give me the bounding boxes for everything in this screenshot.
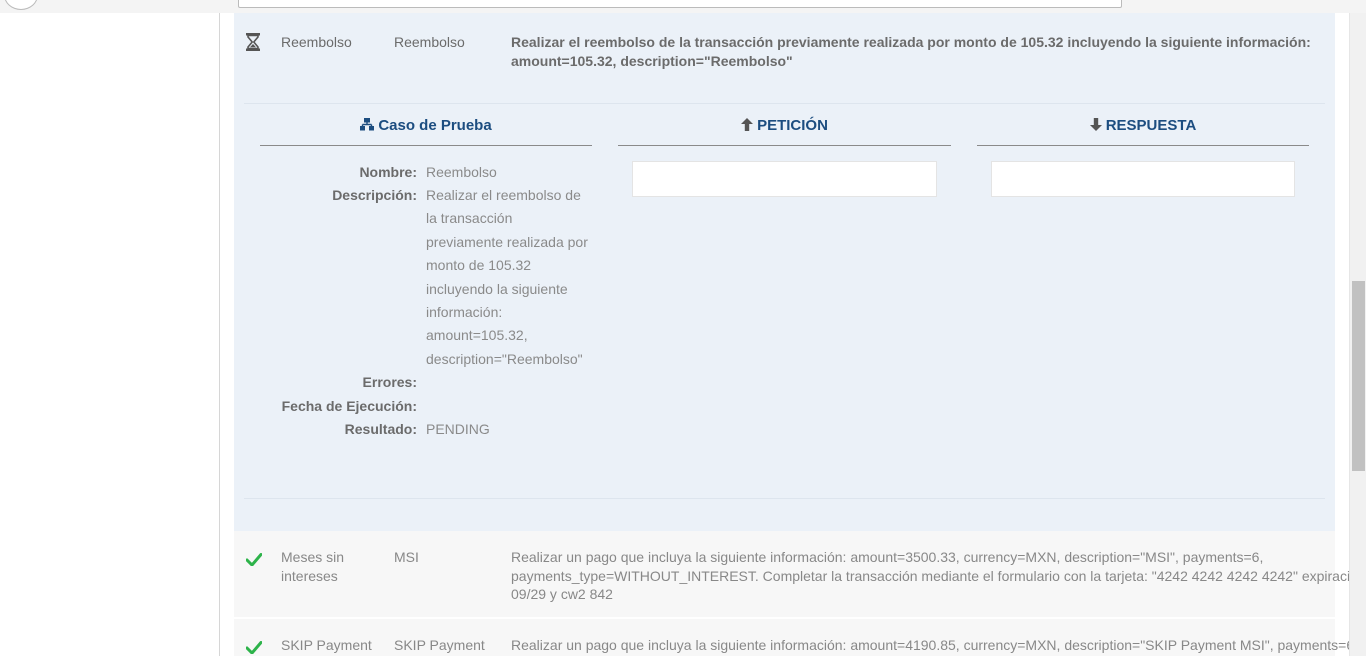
detail-description-line: previamente realizada por	[426, 233, 588, 250]
detail-description-line: amount=105.32,	[426, 327, 528, 344]
section-underline	[977, 145, 1309, 146]
detail-description-line: monto de 105.32	[426, 257, 532, 274]
test-short-name: SKIP Payment	[394, 637, 485, 653]
test-name: Meses sin	[281, 549, 345, 565]
section-response: RESPUESTA	[977, 117, 1309, 137]
section-response-label: RESPUESTA	[1105, 117, 1197, 134]
detail-result-value: PENDING	[426, 421, 490, 437]
sidebar	[0, 13, 220, 656]
section-underline	[618, 145, 951, 146]
section-test-case-label: Caso de Prueba	[378, 117, 492, 134]
detail-description-line: description="Reembolso"	[426, 350, 583, 367]
detail-description-label: Descripción:	[332, 187, 417, 203]
section-underline	[260, 145, 592, 146]
detail-description-line: incluyendo la siguiente	[426, 280, 568, 297]
sitemap-icon	[360, 117, 378, 134]
detail-name-value: Reembolso	[426, 164, 497, 180]
test-description-line: Realizar el reembolso de la transacción …	[511, 34, 1311, 50]
section-request: PETICIÓN	[618, 117, 951, 137]
browser-nav-button[interactable]	[4, 0, 38, 10]
browser-top-strip	[0, 0, 1366, 14]
check-icon	[245, 553, 263, 569]
test-short-name: MSI	[394, 549, 419, 565]
section-test-case: Caso de Prueba	[260, 117, 592, 137]
divider	[244, 498, 1325, 499]
detail-description-line: información:	[426, 304, 503, 321]
detail-result-label: Resultado:	[344, 421, 417, 437]
hourglass-icon	[246, 33, 260, 54]
test-row-header[interactable]: Reembolso Reembolso Realizar el reembols…	[234, 13, 1335, 83]
test-results-table: Reembolso Reembolso Realizar el reembols…	[220, 13, 1349, 656]
request-payload-box	[632, 161, 937, 197]
detail-errors-label: Errores:	[362, 374, 417, 390]
detail-name-label: Nombre:	[359, 164, 417, 180]
test-name: SKIP Payment	[281, 637, 372, 653]
test-description-line: 09/29 y cw2 842	[511, 586, 613, 602]
test-description-line: Realizar un pago que incluya la siguient…	[511, 637, 1349, 653]
detail-description-value: Realizar el reembolso de la transacción …	[426, 184, 596, 371]
test-short-name: Reembolso	[394, 34, 465, 50]
test-description-line: payments_type=WITHOUT_INTEREST. Completa…	[511, 568, 1349, 584]
test-name: Reembolso	[281, 34, 352, 50]
divider	[244, 103, 1325, 104]
test-description-line: amount=105.32, description="Reembolso"	[511, 53, 793, 69]
address-bar[interactable]	[238, 0, 1122, 8]
detail-description-line: la transacción	[426, 210, 513, 227]
vertical-scrollbar[interactable]	[1349, 13, 1366, 656]
scrollbar-thumb[interactable]	[1352, 281, 1365, 471]
arrow-up-icon	[741, 117, 757, 134]
response-payload-box	[991, 161, 1295, 197]
table-row[interactable]: SKIP Payment SKIP Payment Realizar un pa…	[234, 619, 1349, 656]
expanded-test-row: Reembolso Reembolso Realizar el reembols…	[234, 13, 1335, 531]
arrow-down-icon	[1089, 117, 1106, 134]
section-request-label: PETICIÓN	[757, 117, 828, 134]
check-icon	[245, 641, 263, 656]
test-name: intereses	[281, 568, 338, 584]
detail-date-label: Fecha de Ejecución:	[281, 398, 417, 414]
table-row[interactable]: Meses sin intereses MSI Realizar un pago…	[234, 531, 1349, 617]
test-description-line: Realizar un pago que incluya la siguient…	[511, 549, 1264, 565]
detail-description-line: Realizar el reembolso de	[426, 187, 581, 203]
